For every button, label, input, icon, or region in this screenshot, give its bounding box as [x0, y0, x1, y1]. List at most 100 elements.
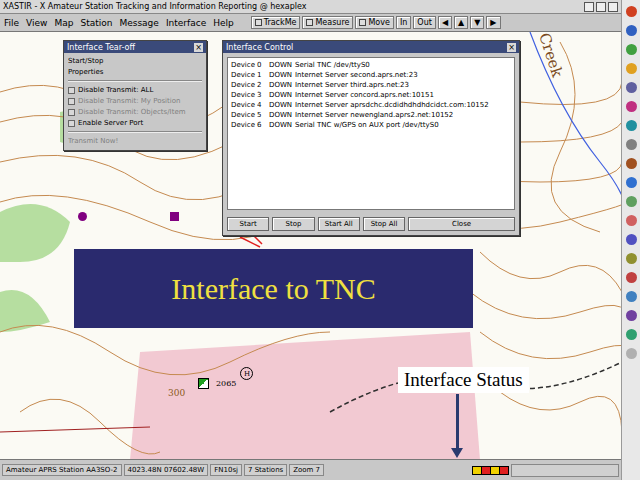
device-row[interactable]: Device1DOWNInternet Server second.aprs.n… — [231, 71, 511, 80]
hospital-icon — [240, 367, 253, 380]
control-button[interactable]: Stop All — [363, 217, 405, 231]
status-bar: Amateur APRS Station AA3SO-24023.48N 076… — [0, 459, 621, 480]
checkbox[interactable] — [68, 87, 75, 94]
control-button[interactable]: Start — [227, 217, 269, 231]
device-row[interactable]: Device0DOWNSerial TNC /dev/ttyS0 — [231, 61, 511, 70]
station-icon[interactable] — [78, 212, 87, 221]
status-field: 7 Stations — [244, 464, 287, 476]
close-icon[interactable]: × — [507, 43, 516, 52]
app-icon[interactable] — [626, 329, 637, 340]
device-description: Internet Server newengland.aprs2.net:101… — [295, 111, 511, 120]
maximize-icon[interactable] — [596, 2, 606, 12]
control-button[interactable]: Close — [408, 217, 515, 231]
device-number: 4 — [257, 101, 269, 110]
app-icon[interactable] — [626, 196, 637, 207]
status-field: Zoom 7 — [289, 464, 324, 476]
app-icon[interactable] — [626, 101, 637, 112]
menu-item[interactable]: Transmit Now! — [68, 136, 202, 146]
station-icon[interactable] — [198, 378, 209, 389]
checkbox[interactable] — [68, 98, 75, 105]
device-label: Device — [231, 111, 257, 120]
menu-item-label: Properties — [68, 68, 103, 76]
menu-item[interactable]: Message — [119, 18, 158, 28]
interface-indicator — [500, 467, 508, 474]
menu-item[interactable]: Start/Stop — [68, 56, 202, 66]
app-icon[interactable] — [626, 310, 637, 321]
toolbar-button[interactable]: ◀ — [438, 16, 452, 29]
device-description: Internet Server concord.aprs.net:10151 — [295, 91, 511, 100]
map[interactable]: Creek2065300HInterface Tear-off×Start/St… — [0, 32, 621, 459]
menu-item[interactable]: Enable Server Port — [68, 118, 202, 128]
app-icon[interactable] — [626, 6, 637, 17]
app-icon[interactable] — [626, 234, 637, 245]
toolbar-toggle[interactable]: TrackMe — [251, 16, 301, 29]
device-number: 0 — [257, 61, 269, 70]
menu-item-label: Disable Transmit: My Position — [78, 97, 180, 105]
app-icon[interactable] — [626, 291, 637, 302]
device-label: Device — [231, 81, 257, 90]
checkbox[interactable] — [68, 120, 75, 127]
device-row[interactable]: Device5DOWNInternet Server newengland.ap… — [231, 111, 511, 120]
checkbox[interactable] — [68, 109, 75, 116]
app-icon[interactable] — [626, 25, 637, 36]
menu-item[interactable]: File — [4, 18, 19, 28]
device-status: DOWN — [269, 71, 295, 80]
app-icon[interactable] — [626, 253, 637, 264]
device-list: Device0DOWNSerial TNC /dev/ttyS0Device1D… — [227, 57, 515, 210]
app-icon[interactable] — [626, 120, 637, 131]
device-row[interactable]: Device2DOWNInternet Server third.aprs.ne… — [231, 81, 511, 90]
menu-item[interactable]: Map — [54, 18, 73, 28]
device-row[interactable]: Device4DOWNInternet Server aprsdchc.dcdi… — [231, 101, 511, 110]
menu-separator — [68, 131, 202, 133]
app-icon[interactable] — [626, 272, 637, 283]
toolbar-button[interactable]: ▼ — [470, 16, 484, 29]
toolbar-toggle[interactable]: Move — [355, 16, 393, 29]
menu-item[interactable]: Disable Transmit: My Position — [68, 96, 202, 106]
toolbar-button[interactable]: In — [396, 16, 411, 29]
menu-item[interactable]: View — [26, 18, 47, 28]
app-icon[interactable] — [626, 63, 637, 74]
app-icon[interactable] — [626, 348, 637, 359]
control-button[interactable]: Start All — [318, 217, 360, 231]
close-icon[interactable] — [608, 2, 618, 12]
menu-item[interactable]: Help — [213, 18, 234, 28]
toolbar-button[interactable]: Out — [413, 16, 436, 29]
window-controls — [584, 2, 618, 12]
toggle-indicator — [359, 19, 366, 26]
menu-item[interactable]: Properties — [68, 67, 202, 77]
device-number: 1 — [257, 71, 269, 80]
device-row[interactable]: Device3DOWNInternet Server concord.aprs.… — [231, 91, 511, 100]
toolbar-button[interactable]: ▶ — [486, 16, 500, 29]
minimize-icon[interactable] — [584, 2, 594, 12]
toolbar-button[interactable]: ▲ — [454, 16, 468, 29]
interface-indicator — [491, 467, 499, 474]
app-icon[interactable] — [626, 158, 637, 169]
window-title-bar[interactable]: Interface Tear-off× — [64, 41, 206, 53]
menu-item[interactable]: Disable Transmit: Objects/Item — [68, 107, 202, 117]
window-title-bar[interactable]: Interface Control× — [223, 41, 519, 53]
arrow-icon — [456, 394, 459, 450]
toggle-indicator — [306, 19, 313, 26]
caption-banner: Interface to TNC — [74, 249, 473, 328]
app-icon[interactable] — [626, 215, 637, 226]
app-icon[interactable] — [626, 139, 637, 150]
menu-item[interactable]: Disable Transmit: ALL — [68, 85, 202, 95]
app-icon[interactable] — [626, 44, 637, 55]
menu-item[interactable]: Station — [80, 18, 112, 28]
close-icon[interactable]: × — [194, 43, 203, 52]
menu-item-label: Start/Stop — [68, 57, 103, 65]
main-window: XASTIR - X Amateur Station Tracking and … — [0, 0, 621, 480]
interface-tearoff-window: Interface Tear-off× Start/Stop Properties D… — [63, 40, 207, 151]
device-description: Internet Server aprsdchc.dcdidhdhdhdcidc… — [295, 101, 511, 110]
station-icon[interactable] — [170, 212, 179, 221]
app-icon[interactable] — [626, 177, 637, 188]
menu-item[interactable]: Interface — [166, 18, 206, 28]
toolbar-toggle[interactable]: Measure — [302, 16, 353, 29]
interface-status — [472, 466, 509, 475]
app-icon[interactable] — [626, 82, 637, 93]
device-description: Serial TNC /dev/ttyS0 — [295, 61, 511, 70]
device-row[interactable]: Device6DOWNSerial TNC w/GPS on AUX port … — [231, 121, 511, 130]
device-status: DOWN — [269, 101, 295, 110]
device-status: DOWN — [269, 111, 295, 120]
control-button[interactable]: Stop — [272, 217, 314, 231]
